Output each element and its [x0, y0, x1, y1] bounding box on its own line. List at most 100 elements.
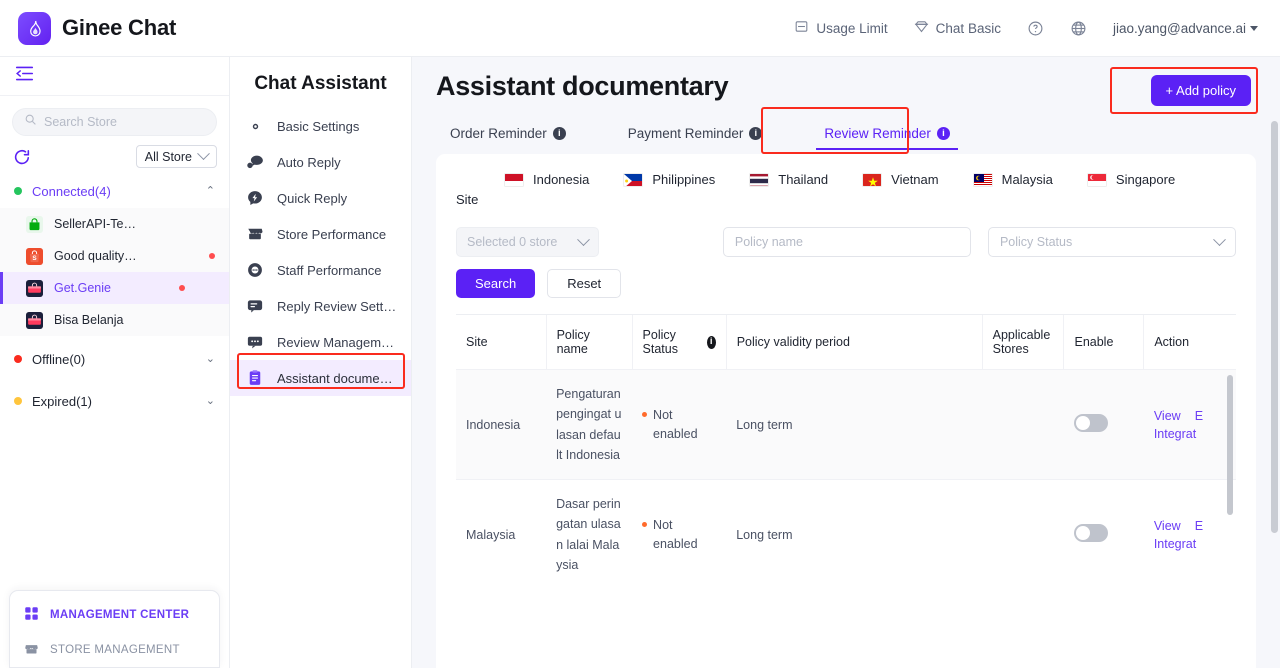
store-name: SellerAPI-Te…	[54, 217, 136, 231]
col-policy-status: Policy Status i	[632, 315, 727, 370]
store-group-connected[interactable]: Connected(4) ⌃	[0, 174, 229, 208]
refresh-icon[interactable]	[12, 147, 32, 167]
menu-item-store-performance[interactable]: Store Performance	[230, 216, 411, 252]
menu-item-label: Staff Performance	[277, 262, 382, 278]
usage-limit-button[interactable]: Usage Limit	[794, 19, 888, 37]
menu-title: Chat Assistant	[254, 73, 387, 94]
add-policy-button[interactable]: + Add policy	[1150, 75, 1251, 106]
chevron-down-icon	[1250, 25, 1258, 31]
info-icon[interactable]: i	[706, 335, 716, 349]
menu-item-label: Quick Reply	[277, 190, 348, 206]
site-option-singapore[interactable]: Singapore	[1086, 172, 1175, 187]
page-scrollbar[interactable]	[1271, 121, 1278, 533]
storefront-icon	[24, 641, 39, 659]
toggle-knob	[1075, 526, 1090, 540]
policy-status-text: Not enabled	[653, 407, 698, 441]
policy-status-select[interactable]: Policy Status	[987, 227, 1236, 257]
store-item-good-quality[interactable]: S Good quality…	[0, 240, 229, 272]
chat-basic-label: Chat Basic	[935, 20, 1001, 36]
flag-philippines-icon	[623, 172, 644, 187]
table-scrollbar[interactable]	[1227, 375, 1233, 515]
site-option-malaysia[interactable]: Malaysia	[972, 172, 1053, 187]
edit-link[interactable]: E	[1195, 519, 1203, 533]
info-icon[interactable]: i	[552, 127, 566, 140]
tab-review-reminder[interactable]: Review Reminder i	[810, 126, 964, 150]
storefront-icon	[246, 225, 264, 243]
tab-order-reminder[interactable]: Order Reminder i	[436, 126, 580, 150]
view-link[interactable]: View	[1154, 519, 1181, 533]
site-label: Thailand	[778, 172, 829, 187]
body: All Store Connected(4) ⌃ SellerAPI-Te… S	[0, 57, 1280, 668]
edit-link[interactable]: E	[1195, 409, 1203, 423]
menu-item-basic-settings[interactable]: Basic Settings	[230, 108, 411, 144]
store-name: Good quality…	[54, 249, 137, 263]
store-controls: All Store	[0, 136, 229, 174]
col-policy-validity-period: Policy validity period	[726, 315, 983, 370]
enable-toggle[interactable]	[1073, 524, 1108, 542]
unread-badge-dot	[209, 253, 215, 259]
store-item-get-genie[interactable]: Get.Genie	[0, 272, 229, 304]
chevron-down-icon: ⌄	[205, 394, 215, 407]
menu-item-label: Basic Settings	[277, 118, 360, 134]
integrate-link[interactable]: Integrat	[1154, 537, 1196, 551]
menu-item-label: Assistant docume…	[277, 370, 393, 386]
search-store-box[interactable]	[12, 108, 217, 136]
management-center-link[interactable]: MANAGEMENT CENTER	[10, 597, 219, 632]
search-button[interactable]: Search	[456, 269, 536, 298]
flag-singapore-icon	[1086, 172, 1107, 187]
menu-item-auto-reply[interactable]: Auto Reply	[230, 144, 411, 180]
menu-item-quick-reply[interactable]: Quick Reply	[230, 180, 411, 216]
tab-payment-reminder[interactable]: Payment Reminder i	[614, 126, 777, 150]
store-management-label: STORE MANAGEMENT	[50, 643, 180, 656]
site-option-thailand[interactable]: Thailand	[749, 172, 828, 187]
info-icon[interactable]: i	[749, 127, 763, 140]
tiktok-shop-icon	[26, 311, 43, 329]
status-dot-connected	[14, 187, 22, 195]
info-icon[interactable]: i	[936, 127, 950, 140]
chevron-down-icon	[197, 147, 210, 161]
all-store-dropdown[interactable]: All Store	[135, 145, 217, 168]
user-account-menu[interactable]: jiao.yang@advance.ai	[1113, 21, 1258, 36]
reset-button[interactable]: Reset	[547, 269, 622, 298]
app-root: Ginee Chat Usage Limit Chat Basic jiao.y…	[0, 0, 1280, 668]
chat-basic-button[interactable]: Chat Basic	[914, 20, 1001, 36]
question-circle-icon[interactable]	[1027, 20, 1044, 37]
selected-store-dropdown[interactable]: Selected 0 store	[456, 227, 599, 257]
policy-table: Site Policy name Policy Status i Policy	[456, 315, 1236, 589]
tab-label: Order Reminder	[450, 126, 547, 141]
reminder-tabs: Order Reminder i Payment Reminder i Revi…	[436, 107, 1256, 154]
store-item-bisa-belanja[interactable]: Bisa Belanja	[0, 304, 229, 336]
cell-site: Malaysia	[456, 479, 547, 589]
col-applicable-stores: Applicable Stores	[982, 315, 1065, 370]
menu-item-assistant-documentary[interactable]: Assistant docume…	[230, 360, 411, 396]
store-item-sellerapi[interactable]: SellerAPI-Te…	[0, 208, 229, 240]
flag-vietnam-icon	[862, 172, 883, 187]
brand[interactable]: Ginee Chat	[18, 11, 176, 45]
enable-toggle[interactable]	[1073, 414, 1108, 432]
policy-status-text: Not enabled	[653, 517, 698, 551]
message-lines-icon	[246, 297, 264, 315]
chevron-down-icon	[577, 232, 590, 246]
menu-item-reply-review-settings[interactable]: Reply Review Sett…	[230, 288, 411, 324]
menu-item-label: Reply Review Sett…	[277, 298, 397, 314]
store-management-link[interactable]: STORE MANAGEMENT	[10, 632, 219, 667]
status-dot-not-enabled	[642, 411, 648, 417]
menu-item-review-management[interactable]: Review Management	[230, 324, 411, 360]
cell-action: View E Integrat	[1143, 479, 1236, 589]
usage-limit-label: Usage Limit	[816, 20, 888, 36]
svg-text:S: S	[32, 255, 36, 262]
site-option-indonesia[interactable]: Indonesia	[504, 172, 589, 187]
store-group-offline[interactable]: Offline(0) ⌄	[0, 342, 229, 376]
policy-name-input[interactable]	[722, 227, 971, 257]
col-site: Site	[456, 315, 547, 370]
view-link[interactable]: View	[1154, 409, 1181, 423]
site-option-philippines[interactable]: Philippines	[623, 172, 715, 187]
collapse-sidebar-icon[interactable]	[14, 64, 35, 88]
store-group-expired[interactable]: Expired(1) ⌄	[0, 384, 229, 418]
site-option-vietnam[interactable]: Vietnam	[862, 172, 939, 187]
search-input[interactable]	[44, 115, 205, 129]
integrate-link[interactable]: Integrat	[1154, 427, 1196, 441]
menu-item-staff-performance[interactable]: Staff Performance	[230, 252, 411, 288]
globe-icon[interactable]	[1070, 20, 1087, 37]
management-center-label: MANAGEMENT CENTER	[50, 608, 190, 621]
